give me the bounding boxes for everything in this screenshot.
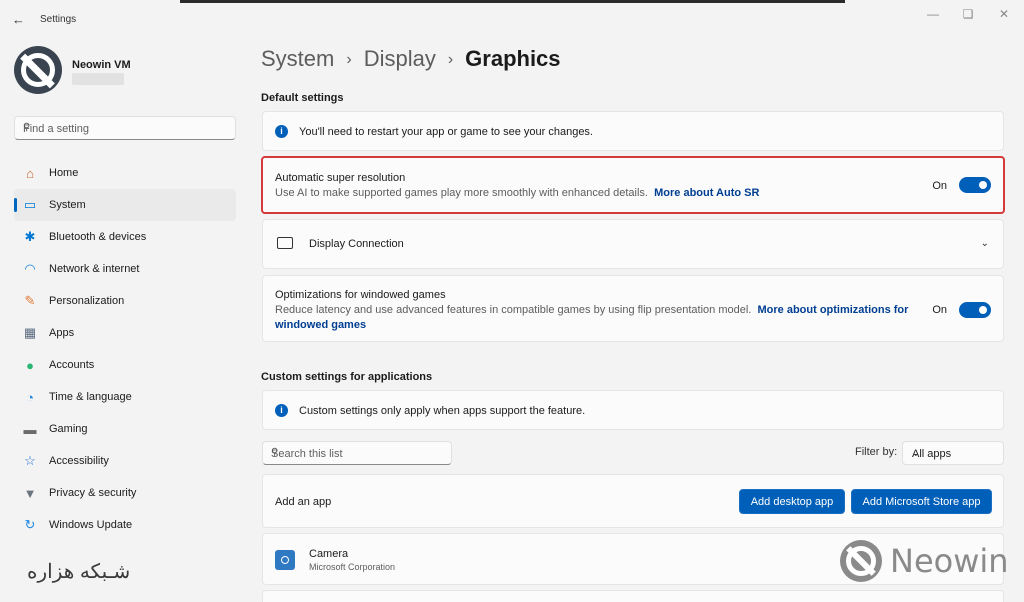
add-store-app-button[interactable]: Add Microsoft Store app: [851, 489, 992, 514]
sidebar-item-label: Accounts: [49, 359, 95, 371]
breadcrumb-separator: ›: [447, 51, 454, 68]
sidebar-item-accounts[interactable]: ● Accounts: [14, 349, 236, 381]
sidebar-item-label: Network & internet: [49, 263, 140, 275]
breadcrumb-display[interactable]: Display: [364, 46, 436, 71]
user-name: Neowin VM: [72, 59, 131, 71]
filter-select[interactable]: All apps ⌄: [902, 441, 1004, 465]
sidebar-item-label: Windows Update: [49, 519, 133, 531]
info-icon: i: [275, 404, 288, 417]
app-row-next[interactable]: [262, 590, 1004, 602]
sidebar-item-system[interactable]: ▭ System: [14, 189, 236, 221]
auto-sr-card: Automatic super resolution Use AI to mak…: [261, 156, 1005, 214]
shield-icon: ▼: [23, 485, 37, 501]
bluetooth-icon: ✱: [24, 229, 36, 244]
chevron-down-icon[interactable]: ⌄: [981, 238, 989, 249]
add-app-card: Add an app Add desktop app Add Microsoft…: [262, 474, 1004, 528]
add-app-label: Add an app: [275, 496, 332, 508]
section-title-default: Default settings: [261, 92, 344, 104]
toggle-knob: [979, 181, 987, 189]
person-icon: ●: [26, 357, 34, 373]
globe-clock-icon: ◔: [26, 389, 34, 405]
sidebar-item-label: Accessibility: [49, 455, 109, 467]
neowin-wordmark: Neowin: [890, 542, 1009, 580]
sidebar-nav: ⌂ Home ▭ System ✱ Bluetooth & devices ◠ Network…: [14, 157, 236, 541]
auto-sr-title: Automatic super resolution: [275, 172, 406, 184]
avatar[interactable]: [14, 46, 62, 94]
sidebar-item-label: Home: [49, 167, 79, 179]
sidebar-item-privacy-security[interactable]: ▼ Privacy & security: [14, 477, 236, 509]
sidebar-item-network-internet[interactable]: ◠ Network & internet: [14, 253, 236, 285]
breadcrumb-system[interactable]: System: [261, 46, 334, 71]
title-bar: ← Settings — ❏ ✕: [0, 0, 1024, 36]
auto-sr-toggle[interactable]: [959, 177, 991, 193]
search-list-input[interactable]: Search this list ⚲: [262, 441, 452, 465]
neowin-watermark: Neowin: [840, 540, 1009, 582]
auto-sr-link[interactable]: More about Auto SR: [654, 187, 759, 199]
windowed-title: Optimizations for windowed games: [275, 289, 446, 301]
section-title-custom: Custom settings for applications: [261, 371, 433, 383]
windowed-toggle[interactable]: [959, 302, 991, 318]
neowin-logo-icon: [840, 540, 882, 582]
accessibility-icon: ☆: [24, 453, 36, 468]
auto-sr-state: On: [932, 180, 947, 192]
sidebar-item-label: Privacy & security: [49, 487, 137, 499]
sidebar-item-home[interactable]: ⌂ Home: [14, 157, 236, 189]
app-publisher: Microsoft Corporation: [309, 562, 396, 572]
page-title: Graphics: [465, 46, 561, 71]
app-title: Settings: [40, 14, 77, 25]
wifi-icon: ◠: [24, 261, 36, 276]
search-icon: ⚲: [23, 122, 31, 133]
sidebar-item-label: System: [49, 199, 86, 211]
filter-label: Filter by:: [855, 446, 898, 458]
windowed-state: On: [932, 304, 947, 316]
close-button[interactable]: ✕: [994, 7, 1014, 21]
search-icon: ⚲: [271, 447, 279, 458]
sidebar-item-label: Bluetooth & devices: [49, 231, 147, 243]
display-connection-icon: [277, 237, 293, 249]
sidebar-item-label: Time & language: [49, 391, 132, 403]
home-icon: ⌂: [26, 165, 34, 181]
breadcrumb: System › Display › Graphics: [261, 46, 561, 72]
display-connection-title: Display Connection: [309, 238, 404, 250]
windowed-games-card: Optimizations for windowed games Reduce …: [262, 275, 1004, 342]
camera-app-icon: [275, 550, 295, 570]
sidebar-item-personalization[interactable]: ✎ Personalization: [14, 285, 236, 317]
minimize-button[interactable]: —: [923, 7, 943, 21]
windowed-desc-text: Reduce latency and use advanced features…: [275, 304, 752, 316]
update-icon: ↻: [24, 517, 36, 532]
gamepad-icon: ▬: [23, 421, 37, 437]
app-name: Camera: [309, 548, 349, 560]
sidebar-item-bluetooth-devices[interactable]: ✱ Bluetooth & devices: [14, 221, 236, 253]
find-setting-input[interactable]: Find a setting ⚲: [14, 116, 236, 140]
sidebar-item-apps[interactable]: ▦ Apps: [14, 317, 236, 349]
brush-icon: ✎: [24, 293, 36, 308]
windowed-desc: Reduce latency and use advanced features…: [275, 303, 925, 333]
sidebar-item-time-language[interactable]: ◔ Time & language: [14, 381, 236, 413]
maximize-button[interactable]: ❏: [958, 7, 978, 21]
display-connection-card[interactable]: Display Connection ⌄: [262, 219, 1004, 269]
sidebar-item-windows-update[interactable]: ↻ Windows Update: [14, 509, 236, 541]
auto-sr-desc: Use AI to make supported games play more…: [275, 186, 759, 201]
toggle-knob: [979, 306, 987, 314]
chevron-down-icon: ⌄: [912, 448, 920, 458]
restart-info-card: i You'll need to restart your app or gam…: [262, 111, 1004, 151]
breadcrumb-separator: ›: [346, 51, 352, 68]
auto-sr-desc-text: Use AI to make supported games play more…: [275, 187, 648, 199]
sidebar-item-label: Gaming: [49, 423, 88, 435]
back-arrow-icon[interactable]: ←: [12, 12, 25, 27]
sidebar-item-label: Apps: [49, 327, 75, 339]
restart-info-text: You'll need to restart your app or game …: [299, 126, 593, 138]
user-email-redacted: [72, 73, 124, 85]
add-desktop-app-button[interactable]: Add desktop app: [739, 489, 845, 514]
custom-info-card: i Custom settings only apply when apps s…: [262, 390, 1004, 430]
monitor-icon: ▭: [23, 197, 37, 212]
sidebar-item-accessibility[interactable]: ☆ Accessibility: [14, 445, 236, 477]
custom-info-text: Custom settings only apply when apps sup…: [299, 405, 586, 417]
watermark-arabic: شـبکه هزاره: [27, 561, 131, 583]
sidebar-item-label: Personalization: [49, 295, 125, 307]
apps-icon: ▦: [23, 325, 37, 340]
info-icon: i: [275, 125, 288, 138]
sidebar-item-gaming[interactable]: ▬ Gaming: [14, 413, 236, 445]
